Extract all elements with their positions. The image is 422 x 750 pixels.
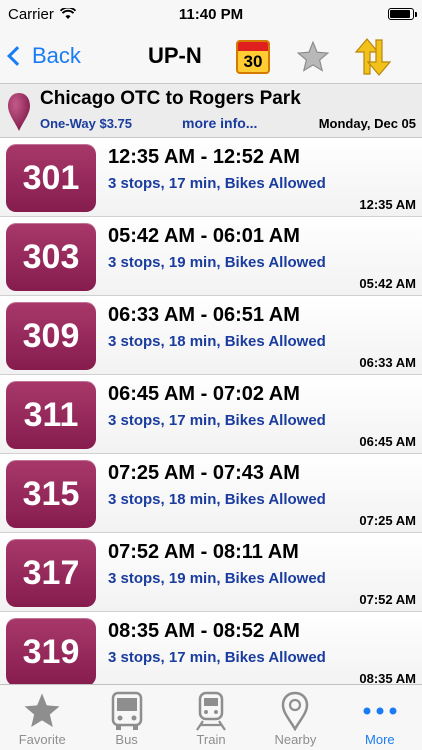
trip-number-badge: 303 xyxy=(6,223,96,291)
tab-bar: Favorite Bus Train Nearby More xyxy=(0,684,422,750)
schedule-date: Monday, Dec 05 xyxy=(318,116,416,131)
trip-departure: 06:33 AM xyxy=(359,355,416,370)
train-icon xyxy=(196,691,226,731)
trip-times: 08:35 AM - 08:52 AM xyxy=(108,620,300,642)
tab-label: Bus xyxy=(115,732,138,747)
trip-number-badge: 309 xyxy=(6,302,96,370)
bus-icon xyxy=(111,691,142,730)
tab-bus[interactable]: Bus xyxy=(84,685,168,750)
star-icon xyxy=(24,693,60,727)
trip-number-badge: 319 xyxy=(6,618,96,684)
tab-label: Train xyxy=(196,732,226,747)
trip-times: 06:45 AM - 07:02 AM xyxy=(108,383,300,405)
trip-departure: 08:35 AM xyxy=(359,671,416,684)
favorite-star-icon[interactable] xyxy=(296,40,330,74)
trip-row[interactable]: 319 08:35 AM - 08:52 AM 3 stops, 17 min, B… xyxy=(0,612,422,684)
trip-details: 3 stops, 19 min, Bikes Allowed xyxy=(108,570,326,587)
trip-row[interactable]: 315 07:25 AM - 07:43 AM 3 stops, 18 min, B… xyxy=(0,454,422,533)
more-dots-icon xyxy=(363,707,397,715)
trip-departure: 07:52 AM xyxy=(359,592,416,607)
trip-row[interactable]: 303 05:42 AM - 06:01 AM 3 stops, 19 min, B… xyxy=(0,217,422,296)
trip-details: 3 stops, 17 min, Bikes Allowed xyxy=(108,649,326,666)
tab-train[interactable]: Train xyxy=(169,685,253,750)
trip-departure: 05:42 AM xyxy=(359,276,416,291)
fare-label: One-Way $3.75 xyxy=(40,116,133,131)
trip-number-badge: 301 xyxy=(6,144,96,212)
trip-departure: 07:25 AM xyxy=(359,513,416,528)
tab-more[interactable]: More xyxy=(338,685,422,750)
trip-row[interactable]: 301 12:35 AM - 12:52 AM 3 stops, 17 min, B… xyxy=(0,138,422,217)
tab-favorite[interactable]: Favorite xyxy=(0,685,84,750)
trip-list[interactable]: 301 12:35 AM - 12:52 AM 3 stops, 17 min, B… xyxy=(0,138,422,684)
trip-number-badge: 311 xyxy=(6,381,96,449)
trip-departure: 12:35 AM xyxy=(359,197,416,212)
calendar-day: 30 xyxy=(243,51,263,71)
calendar-icon[interactable]: 30 xyxy=(236,40,270,74)
back-label: Back xyxy=(32,42,81,68)
route-title: Chicago OTC to Rogers Park xyxy=(40,88,301,109)
trip-number-badge: 315 xyxy=(6,460,96,528)
more-info-link[interactable]: more info... xyxy=(182,115,257,131)
trip-details: 3 stops, 18 min, Bikes Allowed xyxy=(108,491,326,508)
tab-label: Favorite xyxy=(18,732,66,747)
trip-times: 06:33 AM - 06:51 AM xyxy=(108,304,300,326)
map-pin-icon xyxy=(8,93,30,131)
swap-direction-icon[interactable] xyxy=(352,38,396,76)
tab-nearby[interactable]: Nearby xyxy=(253,685,337,750)
trip-row[interactable]: 317 07:52 AM - 08:11 AM 3 stops, 19 min, B… xyxy=(0,533,422,612)
back-button[interactable]: Back xyxy=(0,43,81,69)
tab-label: Nearby xyxy=(274,732,317,747)
trip-departure: 06:45 AM xyxy=(359,434,416,449)
trip-details: 3 stops, 17 min, Bikes Allowed xyxy=(108,412,326,429)
trip-details: 3 stops, 18 min, Bikes Allowed xyxy=(108,333,326,350)
trip-times: 12:35 AM - 12:52 AM xyxy=(108,146,300,168)
location-pin-icon xyxy=(282,691,309,731)
status-bar: Carrier 11:40 PM xyxy=(0,0,422,28)
trip-times: 05:42 AM - 06:01 AM xyxy=(108,225,300,247)
trip-times: 07:25 AM - 07:43 AM xyxy=(108,462,300,484)
chevron-left-icon xyxy=(7,45,27,66)
route-header: Chicago OTC to Rogers Park One-Way $3.75… xyxy=(0,84,422,138)
battery-icon xyxy=(388,8,417,20)
trip-times: 07:52 AM - 08:11 AM xyxy=(108,541,299,563)
status-time: 11:40 PM xyxy=(178,5,244,23)
trip-row[interactable]: 311 06:45 AM - 07:02 AM 3 stops, 17 min, B… xyxy=(0,375,422,454)
trip-details: 3 stops, 19 min, Bikes Allowed xyxy=(108,254,326,271)
tab-label: More xyxy=(365,732,395,747)
navigation-bar: Back UP-N 30 xyxy=(0,28,422,84)
trip-row[interactable]: 309 06:33 AM - 06:51 AM 3 stops, 18 min, B… xyxy=(0,296,422,375)
trip-number-badge: 317 xyxy=(6,539,96,607)
trip-details: 3 stops, 17 min, Bikes Allowed xyxy=(108,175,326,192)
nav-title: UP-N xyxy=(148,42,202,68)
